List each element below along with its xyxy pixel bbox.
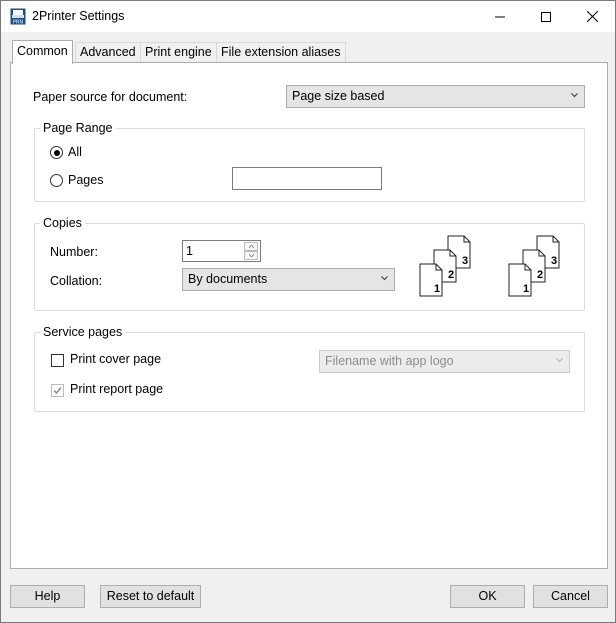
all-label: All: [68, 145, 82, 159]
collate-pages-icon: 3 2 1: [419, 235, 471, 297]
collation-label: Collation:: [50, 274, 103, 288]
page-number-label: 1: [523, 283, 529, 295]
maximize-icon: [541, 11, 551, 22]
common-tab-panel: Paper source for document: Page size bas…: [10, 62, 608, 569]
window-title: 2Printer Settings: [32, 9, 125, 23]
service-pages-group: Service pages Print cover page Filename …: [34, 325, 585, 412]
tab-label: Advanced: [80, 45, 136, 59]
printer-app-icon: PRN: [10, 8, 26, 26]
cancel-button-label: Cancel: [551, 589, 590, 603]
page-number-label: 2: [448, 269, 454, 281]
page-number-label: 3: [462, 255, 468, 267]
stepper-up-button[interactable]: [244, 242, 258, 251]
tab-file-extension-aliases[interactable]: File extension aliases: [216, 42, 346, 62]
checkmark-icon: [53, 387, 62, 395]
collate-pages-icon: 3 2 1: [508, 235, 560, 297]
close-icon: [586, 11, 598, 22]
title-bar: PRN 2Printer Settings: [1, 1, 615, 32]
print-cover-page-label: Print cover page: [70, 352, 162, 366]
tab-common[interactable]: Common: [12, 40, 73, 64]
close-button[interactable]: [569, 1, 615, 32]
minimize-button[interactable]: [477, 1, 523, 32]
print-cover-page-checkbox[interactable]: [51, 354, 64, 367]
cover-page-option-select[interactable]: Filename with app logo: [319, 350, 570, 373]
collation-select[interactable]: By documents: [182, 268, 395, 291]
chevron-down-icon: [381, 276, 388, 281]
tab-advanced[interactable]: Advanced: [75, 42, 141, 62]
service-pages-title: Service pages: [40, 325, 126, 339]
page-number-label: 3: [551, 255, 557, 267]
tab-label: Print engine: [145, 45, 212, 59]
paper-source-label: Paper source for document:: [33, 90, 188, 104]
minimize-icon: [495, 16, 505, 17]
stepper-down-button[interactable]: [244, 251, 258, 260]
ok-button-label: OK: [478, 589, 497, 603]
chevron-down-icon: [571, 93, 578, 98]
number-stepper[interactable]: 1: [182, 240, 261, 262]
page-range-title: Page Range: [40, 121, 116, 135]
pages-input[interactable]: [232, 167, 382, 190]
page-number-label: 2: [537, 269, 543, 281]
print-report-page-checkbox[interactable]: [51, 384, 64, 397]
collation-value: By documents: [188, 272, 268, 286]
reset-to-default-button[interactable]: Reset to default: [100, 585, 201, 608]
reset-button-label: Reset to default: [106, 589, 195, 603]
copies-title: Copies: [40, 216, 85, 230]
print-report-page-label: Print report page: [70, 382, 164, 396]
svg-text:PRN: PRN: [13, 20, 23, 26]
tab-label: File extension aliases: [221, 45, 341, 59]
stepper-buttons: [244, 242, 258, 260]
cover-page-option-value: Filename with app logo: [325, 354, 454, 368]
pages-radio[interactable]: [50, 174, 63, 187]
ok-button[interactable]: OK: [450, 585, 525, 608]
tab-print-engine[interactable]: Print engine: [140, 42, 217, 62]
chevron-up-icon: [248, 245, 254, 248]
help-button-label: Help: [34, 589, 61, 603]
copies-group: Copies Number: 1 Collation: By documents: [34, 216, 585, 311]
paper-source-value: Page size based: [292, 89, 385, 103]
cancel-button[interactable]: Cancel: [533, 585, 608, 608]
all-radio[interactable]: [50, 146, 63, 159]
page-number-label: 1: [434, 283, 440, 295]
settings-window: PRN 2Printer Settings Common Advanced Pr…: [0, 0, 616, 623]
chevron-down-icon: [556, 358, 563, 363]
pages-label: Pages: [68, 173, 104, 187]
maximize-button[interactable]: [523, 1, 569, 32]
paper-source-select[interactable]: Page size based: [286, 85, 585, 108]
page-range-group: Page Range All Pages: [34, 121, 585, 202]
tab-label: Common: [17, 44, 68, 58]
number-label: Number:: [50, 245, 98, 259]
help-button[interactable]: Help: [10, 585, 85, 608]
chevron-down-icon: [248, 254, 254, 257]
number-value: 1: [186, 244, 193, 258]
